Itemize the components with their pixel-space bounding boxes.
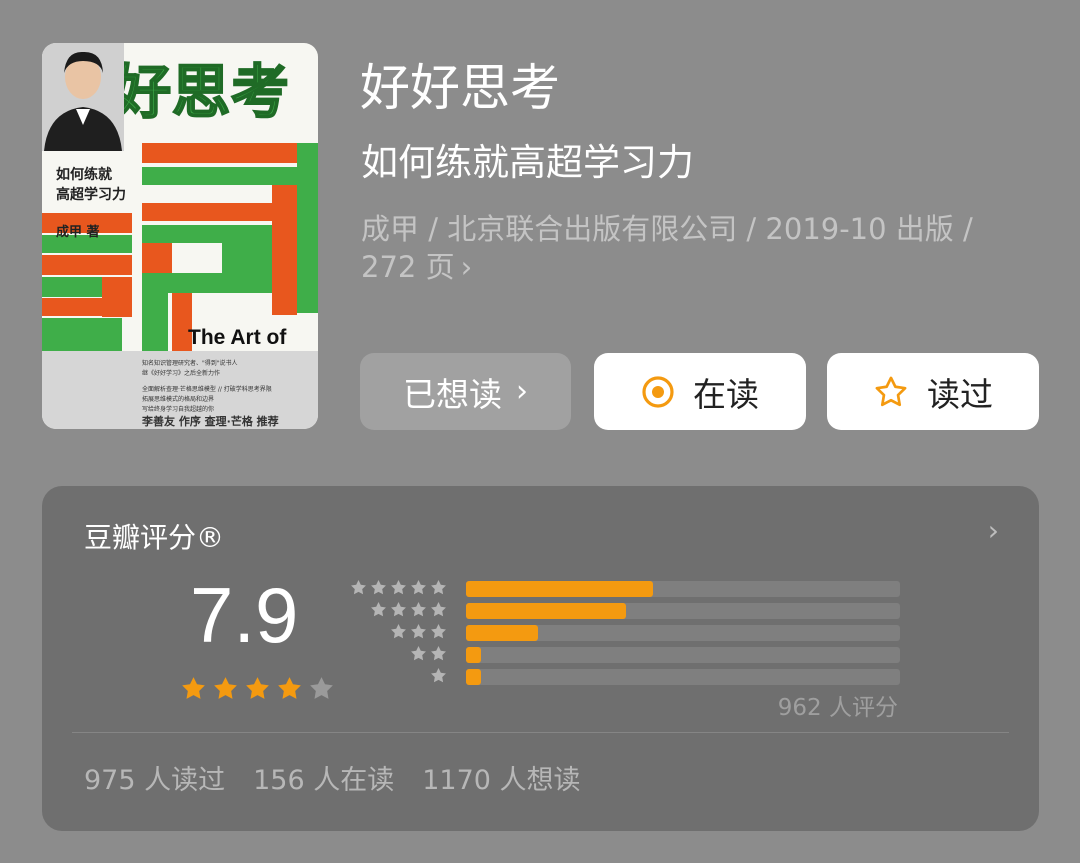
distribution-track — [466, 603, 900, 619]
star-outline-icon — [873, 374, 909, 410]
distribution-stars — [429, 666, 448, 685]
read-button[interactable]: 读过 — [827, 353, 1039, 430]
want-label: 已想读 — [403, 374, 502, 414]
reading-label: 在读 — [693, 374, 759, 414]
chevron-right-icon[interactable]: › — [988, 514, 999, 547]
cover-subtitle: 如何练就 高超学习力 — [56, 165, 166, 205]
distribution-stars — [369, 600, 448, 619]
star-empty-icon — [310, 677, 333, 699]
star-icon — [391, 580, 406, 595]
want-to-read-button[interactable]: 已想读 › — [360, 353, 571, 430]
cover-english-title: The Art of — [188, 326, 287, 349]
rating-distribution — [349, 578, 900, 688]
star-icon — [431, 624, 446, 639]
author-photo — [42, 43, 124, 151]
star-icon — [351, 580, 366, 595]
star-filled-icon — [246, 677, 269, 699]
reader-stats: 975 人读过 156 人在读 1170 人想读 — [84, 758, 581, 797]
book-subtitle: 如何练就高超学习力 — [361, 141, 694, 184]
cover-subtitle-line2: 高超学习力 — [56, 187, 126, 203]
distribution-track — [466, 625, 900, 641]
score-stars — [179, 674, 336, 703]
cover-blurb-line: 知名知识管理研究者、"得到"说书人 — [142, 360, 238, 367]
rating-label: 豆瓣评分® — [84, 521, 225, 554]
distribution-row-5 — [349, 578, 900, 600]
book-cover[interactable]: 好好思考 如何练就 高超学习力 成甲 著 The Art of 知名知识管理研究… — [42, 43, 318, 429]
star-icon — [431, 668, 446, 683]
read-label: 读过 — [927, 374, 993, 414]
book-meta-text: 成甲 / 北京联合出版有限公司 / 2019-10 出版 / 272 页 — [361, 212, 973, 284]
star-icon — [431, 580, 446, 595]
star-icon — [411, 580, 426, 595]
reading-button[interactable]: 在读 — [594, 353, 806, 430]
cover-blurb-line: 写给终身学习自我超越的你 — [142, 406, 215, 413]
distribution-stars — [409, 644, 448, 663]
star-icon — [431, 646, 446, 661]
distribution-track — [466, 581, 900, 597]
star-filled-icon — [182, 677, 205, 699]
star-filled-icon — [278, 677, 301, 699]
cover-blurb-line: 全面解析查理·芒格思维模型 // 打破学科思考界限 — [142, 386, 272, 393]
stat-want: 1170 人想读 — [422, 765, 581, 796]
book-meta-link[interactable]: 成甲 / 北京联合出版有限公司 / 2019-10 出版 / 272 页 › — [361, 210, 1011, 286]
book-title: 好好思考 — [360, 59, 560, 117]
distribution-track — [466, 669, 900, 685]
stat-read: 975 人读过 — [84, 765, 226, 796]
distribution-track — [466, 647, 900, 663]
distribution-stars — [389, 622, 448, 641]
stat-reading: 156 人在读 — [253, 765, 395, 796]
star-icon — [411, 646, 426, 661]
distribution-bar — [466, 669, 482, 685]
distribution-bar — [466, 603, 626, 619]
cover-author: 成甲 著 — [56, 225, 100, 240]
distribution-stars — [349, 578, 448, 597]
ratings-count: 962 人评分 — [777, 695, 898, 721]
cover-blurb-line: 继《好好学习》之后全新力作 — [142, 370, 221, 377]
cover-subtitle-line1: 如何练就 — [56, 167, 112, 183]
distribution-row-4 — [352, 600, 900, 622]
star-icon — [371, 602, 386, 617]
target-circle-icon — [641, 375, 675, 409]
rating-panel[interactable]: 豆瓣评分® › 7.9 962 人评分 975 人读过 156 人在读 1170… — [42, 486, 1039, 831]
star-icon — [431, 602, 446, 617]
chevron-right-icon: › — [460, 250, 473, 284]
star-icon — [391, 602, 406, 617]
star-icon — [391, 624, 406, 639]
distribution-row-2 — [352, 644, 900, 666]
distribution-bar — [466, 625, 538, 641]
divider — [72, 732, 1009, 733]
chevron-right-icon: › — [516, 374, 528, 409]
star-icon — [371, 580, 386, 595]
star-icon — [411, 624, 426, 639]
distribution-bar — [466, 647, 482, 663]
cover-blurb: 知名知识管理研究者、"得到"说书人 继《好好学习》之后全新力作 全面解析查理·芒… — [142, 359, 312, 429]
distribution-row-1 — [352, 666, 900, 688]
star-icon — [411, 602, 426, 617]
rating-score: 7.9 — [190, 571, 299, 659]
cover-blurb-line: 拓展思维模式的格局和边界 — [142, 396, 215, 403]
cover-blurb-line: 李善友 作序 查理·芒格 推荐 — [142, 415, 279, 428]
distribution-row-3 — [352, 622, 900, 644]
distribution-bar — [466, 581, 653, 597]
star-filled-icon — [214, 677, 237, 699]
